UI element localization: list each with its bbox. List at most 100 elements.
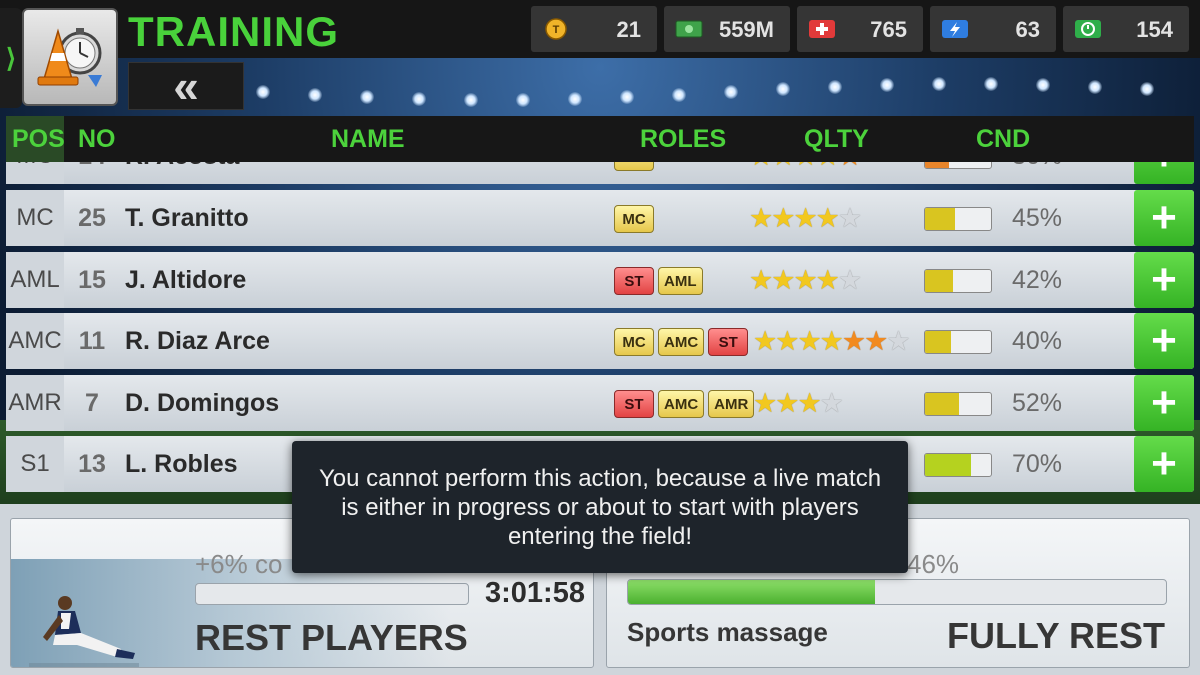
player-position: AMC	[6, 313, 64, 369]
player-name: J. Altidore	[125, 266, 247, 294]
column-header-roles[interactable]: ROLES	[640, 125, 726, 154]
training-icon	[22, 8, 118, 106]
stadium-light	[256, 85, 270, 99]
player-roles: MC AMC ST	[614, 328, 749, 356]
quality-stars: ★★★★★	[749, 203, 862, 233]
player-number: 7	[85, 389, 99, 417]
stadium-light	[1036, 78, 1050, 92]
column-header-pos[interactable]: POS	[12, 125, 65, 154]
player-name: D. Domingos	[125, 389, 280, 417]
currency-value: 559M	[718, 17, 774, 42]
add-training-button[interactable]: +	[1134, 313, 1194, 369]
currency-value: 154	[1136, 17, 1173, 42]
player-roles: ST AMC AMR	[614, 390, 755, 418]
quality-stars: ★ ★ ★ ★ ★ ★ ★	[753, 326, 911, 356]
player-position: AMR	[6, 375, 64, 431]
currency-cash[interactable]: 559M	[664, 6, 790, 52]
back-button[interactable]: «	[128, 62, 244, 110]
star-full-icon: ★	[797, 326, 821, 356]
stadium-light	[724, 85, 738, 99]
quality-stars: ★★★★★	[749, 265, 862, 295]
quality-stars: ★ ★ ★ ★	[753, 388, 844, 418]
error-toast: You cannot perform this action, because …	[292, 441, 908, 573]
stadium-lights	[250, 55, 1200, 115]
svg-text:T: T	[553, 24, 560, 36]
currency-value: 765	[870, 17, 907, 42]
menu-toggle-button[interactable]: ⟩	[0, 8, 22, 108]
star-full-icon: ★	[815, 203, 840, 233]
stadium-light	[880, 78, 894, 92]
rest-timer: 3:01:58	[485, 577, 585, 609]
condition-percent: 40%	[1012, 327, 1063, 355]
add-training-button[interactable]: +	[1134, 436, 1194, 492]
currency-medical[interactable]: 765	[797, 6, 923, 52]
currency-token[interactable]: T 21	[531, 6, 657, 52]
star-full-icon: ★	[775, 326, 799, 356]
stadium-light	[412, 92, 426, 106]
player-row[interactable]: MC 25 T. Granitto MC ★ ★ ★ ★ ★ 45% +	[6, 190, 1194, 246]
column-header-name[interactable]: NAME	[331, 125, 405, 154]
star-full-icon: ★	[793, 162, 817, 171]
player-name: R. Acosta	[125, 162, 239, 171]
condition-fill	[925, 331, 952, 353]
player-position: MC	[6, 190, 64, 246]
stadium-light	[360, 90, 374, 104]
rest-bonus-text: +6% co	[195, 549, 283, 579]
player-row[interactable]: MC14R. AcostaMC★★★★★36%+	[6, 162, 1194, 184]
star-full-icon: ★	[815, 265, 840, 295]
currency-energy[interactable]: 63	[930, 6, 1056, 52]
condition-bar	[924, 453, 992, 477]
player-row[interactable]: AML 15 J. Altidore ST AML ★ ★ ★ ★ ★ 42% +	[6, 252, 1194, 308]
add-training-button[interactable]: +	[1134, 190, 1194, 246]
star-bonus-icon: ★	[841, 326, 866, 356]
player-number: 13	[78, 450, 106, 478]
player-number: 15	[78, 266, 106, 294]
player-roles: MC	[614, 205, 654, 233]
role-badge: MC	[614, 328, 654, 356]
star-full-icon: ★	[793, 203, 817, 233]
player-roles: ST AML	[614, 267, 703, 295]
rest-players-button[interactable]: REST PLAYERS	[195, 617, 468, 659]
stadium-light	[620, 90, 634, 104]
add-training-button[interactable]: +	[1134, 375, 1194, 431]
stadium-light	[776, 82, 790, 96]
star-full-icon: ★	[753, 388, 777, 418]
role-badge: ST	[614, 267, 654, 295]
condition-percent: 36%	[1012, 162, 1062, 171]
condition-bar	[924, 269, 992, 293]
stadium-light	[672, 88, 686, 102]
column-header-no[interactable]: NO	[78, 125, 116, 154]
role-badge: ST	[708, 328, 749, 356]
column-header-cnd[interactable]: CND	[976, 125, 1030, 154]
fully-rest-button[interactable]: FULLY REST	[947, 615, 1165, 657]
star-empty-icon: ★	[819, 388, 844, 418]
star-full-icon: ★	[797, 388, 821, 418]
add-training-button[interactable]: +	[1134, 162, 1194, 184]
star-full-icon: ★	[771, 265, 795, 295]
stadium-light	[1140, 82, 1154, 96]
player-number: 11	[78, 327, 106, 355]
role-badge: AML	[658, 267, 703, 295]
player-position: AML	[6, 252, 64, 308]
star-full-icon: ★	[749, 265, 773, 295]
add-training-button[interactable]: +	[1134, 252, 1194, 308]
star-full-icon: ★	[749, 162, 773, 171]
condition-fill	[925, 270, 953, 292]
currency-value: 63	[1015, 17, 1040, 42]
error-toast-message: You cannot perform this action, because …	[318, 464, 882, 550]
condition-fill	[925, 208, 955, 230]
player-row[interactable]: AMR 7 D. Domingos ST AMC AMR ★ ★ ★ ★ 52% +	[6, 375, 1194, 431]
condition-percent: 42%	[1012, 266, 1063, 294]
massage-label: Sports massage	[627, 617, 828, 647]
column-header-qlty[interactable]: QLTY	[804, 125, 869, 154]
star-empty-icon: ★	[886, 326, 910, 356]
massage-progress-fill	[628, 580, 876, 604]
star-full-icon: ★	[793, 265, 817, 295]
stadium-light	[464, 93, 478, 107]
player-row[interactable]: AMC 11 R. Diaz Arce MC AMC ST ★ ★ ★ ★ ★ ★ ★ 40% +	[6, 313, 1194, 369]
currency-rest[interactable]: 154	[1063, 6, 1189, 52]
quality-stars: ★★★★★	[749, 162, 862, 171]
star-full-icon: ★	[816, 162, 840, 171]
condition-bar	[924, 207, 992, 231]
player-name: T. Granitto	[125, 204, 249, 232]
